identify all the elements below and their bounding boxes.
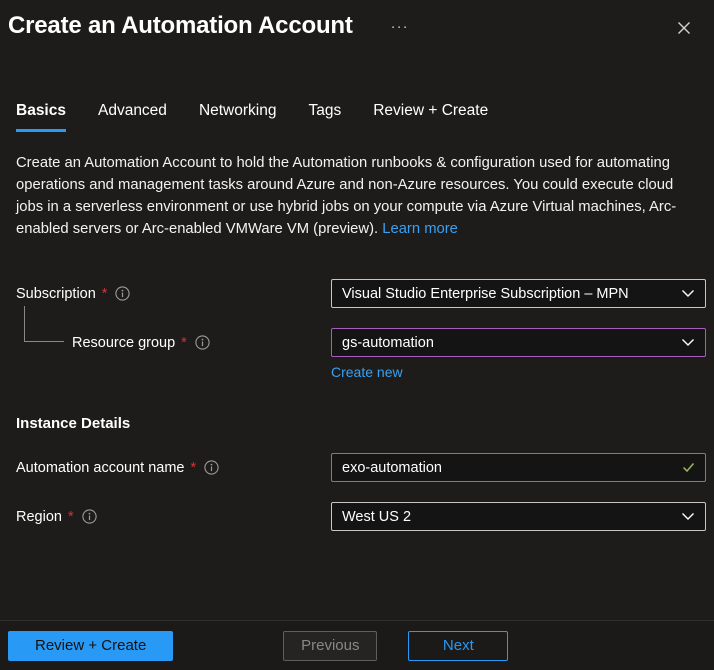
chevron-down-icon bbox=[681, 512, 695, 521]
required-asterisk: * bbox=[68, 509, 74, 525]
required-asterisk: * bbox=[181, 335, 187, 351]
subscription-row: Subscription * Visual Studio Enterprise … bbox=[0, 279, 714, 308]
review-create-button[interactable]: Review + Create bbox=[8, 631, 173, 661]
tab-tags[interactable]: Tags bbox=[308, 102, 341, 132]
tab-description: Create an Automation Account to hold the… bbox=[16, 152, 698, 240]
chevron-down-icon bbox=[681, 338, 695, 347]
info-icon[interactable] bbox=[195, 335, 210, 350]
resource-group-label: Resource group bbox=[72, 335, 175, 351]
info-icon[interactable] bbox=[204, 460, 219, 475]
dialog-header: Create an Automation Account ··· bbox=[0, 0, 714, 42]
region-dropdown[interactable]: West US 2 bbox=[331, 502, 706, 531]
subscription-label: Subscription bbox=[16, 286, 96, 302]
tab-networking[interactable]: Networking bbox=[199, 102, 277, 132]
account-name-row: Automation account name * bbox=[0, 453, 714, 482]
resource-group-connector-line bbox=[24, 306, 64, 342]
basics-form: Subscription * Visual Studio Enterprise … bbox=[0, 279, 714, 531]
tab-review-create[interactable]: Review + Create bbox=[373, 102, 488, 132]
info-icon[interactable] bbox=[115, 286, 130, 301]
description-text: Create an Automation Account to hold the… bbox=[16, 155, 676, 237]
tab-advanced[interactable]: Advanced bbox=[98, 102, 167, 132]
create-new-link[interactable]: Create new bbox=[331, 364, 403, 380]
resource-group-dropdown[interactable]: gs-automation bbox=[331, 328, 706, 357]
create-new-row: Create new bbox=[0, 364, 714, 380]
learn-more-link[interactable]: Learn more bbox=[382, 221, 458, 237]
resource-group-value: gs-automation bbox=[342, 335, 434, 351]
previous-button[interactable]: Previous bbox=[283, 631, 377, 661]
account-name-field-wrapper bbox=[331, 453, 706, 482]
required-asterisk: * bbox=[190, 460, 196, 476]
account-name-input[interactable] bbox=[342, 460, 682, 476]
info-icon[interactable] bbox=[82, 509, 97, 524]
region-label-group: Region * bbox=[16, 509, 331, 525]
valid-check-icon bbox=[682, 462, 695, 473]
account-name-label-group: Automation account name * bbox=[16, 460, 331, 476]
account-name-label: Automation account name bbox=[16, 460, 184, 476]
resource-group-row: Resource group * gs-automation bbox=[0, 328, 714, 357]
region-value: West US 2 bbox=[342, 509, 411, 525]
subscription-label-group: Subscription * bbox=[16, 286, 331, 302]
next-button[interactable]: Next bbox=[408, 631, 508, 661]
dialog-footer: Review + Create Previous Next bbox=[0, 620, 714, 670]
chevron-down-icon bbox=[681, 289, 695, 298]
region-row: Region * West US 2 bbox=[0, 502, 714, 531]
subscription-dropdown[interactable]: Visual Studio Enterprise Subscription – … bbox=[331, 279, 706, 308]
more-options-icon[interactable]: ··· bbox=[391, 18, 409, 35]
subscription-value: Visual Studio Enterprise Subscription – … bbox=[342, 286, 629, 302]
close-icon[interactable] bbox=[674, 18, 694, 38]
page-title: Create an Automation Account bbox=[8, 10, 353, 42]
tab-basics[interactable]: Basics bbox=[16, 102, 66, 132]
instance-details-heading: Instance Details bbox=[16, 415, 698, 432]
tab-bar: Basics Advanced Networking Tags Review +… bbox=[0, 102, 714, 132]
region-label: Region bbox=[16, 509, 62, 525]
required-asterisk: * bbox=[102, 286, 108, 302]
create-automation-account-dialog: Create an Automation Account ··· Basics … bbox=[0, 0, 714, 670]
